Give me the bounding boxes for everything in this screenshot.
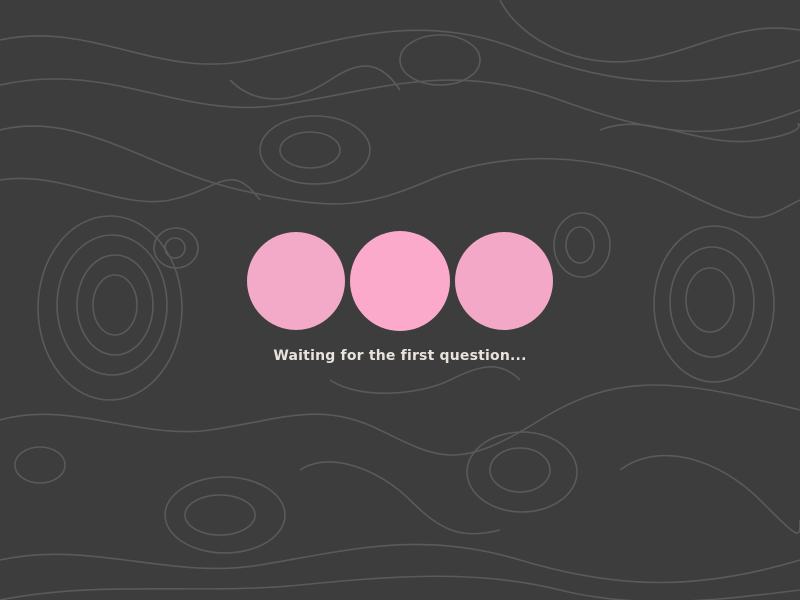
loading-dot-right <box>455 232 553 330</box>
contour-line <box>0 125 800 219</box>
contour-line <box>153 227 199 269</box>
contour-line <box>299 461 501 535</box>
contour-line <box>92 274 138 336</box>
contour-line <box>14 446 66 484</box>
contour-line <box>0 177 261 203</box>
contour-line <box>184 494 256 536</box>
contour-line <box>499 0 800 63</box>
loading-dot-left <box>247 232 345 330</box>
contour-line <box>329 366 521 394</box>
contour-line <box>37 215 183 401</box>
contour-line <box>565 226 595 264</box>
contour-line <box>599 122 800 143</box>
contour-line <box>399 34 481 86</box>
waiting-status-text: Waiting for the first question... <box>273 348 527 364</box>
loading-dot-center <box>350 231 450 331</box>
contour-line <box>0 575 800 600</box>
contour-line <box>489 447 551 493</box>
contour-line <box>669 246 755 358</box>
contour-line <box>164 476 286 554</box>
contour-line <box>229 65 401 100</box>
waiting-screen: Waiting for the first question... <box>0 0 800 600</box>
contour-line <box>553 212 611 278</box>
contour-line <box>164 237 186 259</box>
contour-line <box>279 131 341 169</box>
contour-line <box>259 115 371 185</box>
contour-line <box>76 254 154 356</box>
contour-line <box>619 454 800 534</box>
contour-line <box>685 267 735 333</box>
contour-line <box>0 384 800 456</box>
contour-line <box>0 78 800 133</box>
contour-line <box>466 431 578 513</box>
